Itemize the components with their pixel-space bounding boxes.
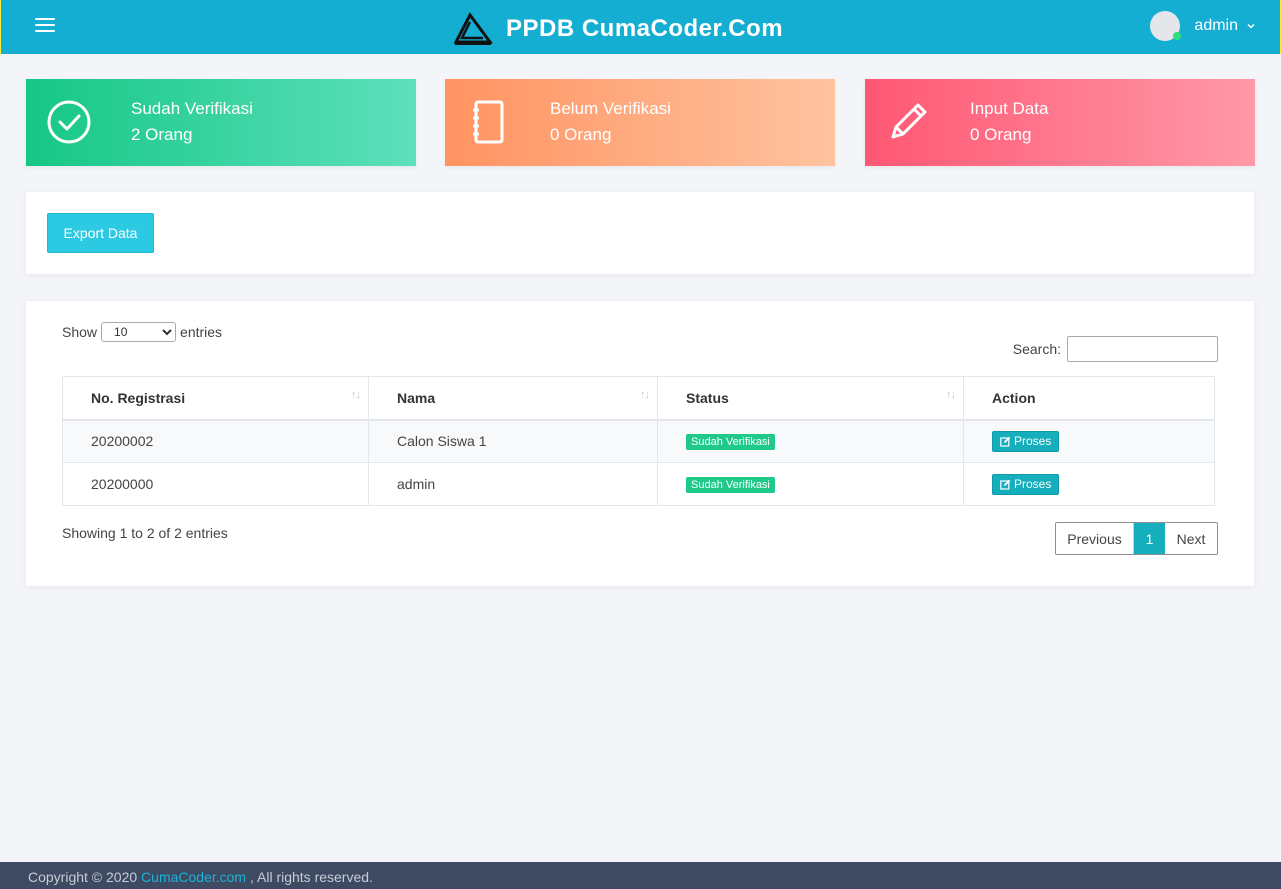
footer-rights: , All rights reserved.: [246, 869, 373, 885]
table-row: 20200000 admin Sudah Verifikasi Proses: [62, 462, 1215, 506]
cell-action: Proses: [963, 419, 1215, 463]
stat-title: Input Data: [970, 99, 1049, 118]
top-navbar: PPDB CumaCoder.Com admin: [0, 0, 1281, 54]
cell-no-registrasi: 20200002: [62, 419, 369, 463]
menu-toggle-icon[interactable]: [35, 18, 55, 34]
export-data-button[interactable]: Export Data: [47, 213, 154, 253]
sort-icon: ↑↓: [640, 389, 650, 401]
chevron-down-icon: [1247, 23, 1255, 29]
search-input[interactable]: [1067, 336, 1218, 362]
length-control: Show 10 entries: [62, 322, 222, 342]
cell-status: Sudah Verifikasi: [657, 419, 964, 463]
search-label: Search:: [1012, 341, 1061, 357]
sort-icon: ↑↓: [351, 389, 361, 401]
column-header-nama[interactable]: Nama ↑↓: [368, 376, 658, 421]
status-badge: Sudah Verifikasi: [686, 477, 775, 493]
column-header-no-registrasi[interactable]: No. Registrasi ↑↓: [62, 376, 369, 421]
cell-nama: Calon Siswa 1: [368, 419, 658, 463]
brand-logo-icon: [453, 12, 493, 45]
proses-label: Proses: [1014, 477, 1052, 491]
stat-title: Sudah Verifikasi: [131, 99, 253, 118]
notebook-icon: [473, 100, 504, 144]
entries-label: entries: [180, 324, 223, 340]
stat-card-sudah-verifikasi: Sudah Verifikasi 2 Orang: [26, 79, 416, 166]
proses-button[interactable]: Proses: [992, 430, 1060, 452]
stat-value: 2 Orang: [131, 125, 193, 144]
user-menu[interactable]: admin: [1150, 11, 1256, 41]
proses-button[interactable]: Proses: [992, 473, 1060, 495]
online-indicator: [1173, 32, 1182, 40]
edit-icon: [1000, 479, 1011, 490]
entries-select[interactable]: 10: [101, 322, 177, 342]
pagination: Previous 1 Next: [1055, 522, 1218, 555]
table-header-row: No. Registrasi ↑↓ Nama ↑↓ Status ↑↓ Action: [62, 376, 1215, 421]
pencil-icon: [891, 103, 927, 139]
table-row: 20200002 Calon Siswa 1 Sudah Verifikasi …: [62, 419, 1215, 463]
search-control: Search:: [1013, 336, 1218, 362]
table-info: Showing 1 to 2 of 2 entries: [62, 525, 228, 541]
footer: Copyright © 2020 CumaCoder.com , All rig…: [0, 862, 1281, 889]
sort-icon: ↑↓: [946, 389, 956, 401]
column-label: Nama: [397, 389, 436, 406]
show-label: Show: [62, 324, 98, 340]
user-name: admin: [1194, 17, 1238, 34]
check-circle-icon: [47, 100, 91, 144]
table-card: Show 10 entries Search: No. Registrasi ↑↓…: [26, 301, 1254, 586]
column-label: Action: [992, 389, 1036, 406]
footer-copyright: Copyright © 2020: [28, 869, 142, 885]
brand-title: PPDB CumaCoder.Com: [506, 15, 784, 42]
edit-icon: [1000, 436, 1011, 447]
stat-value: 0 Orang: [550, 125, 612, 144]
proses-label: Proses: [1014, 434, 1052, 449]
status-badge: Sudah Verifikasi: [686, 434, 775, 451]
cell-no-registrasi: 20200000: [62, 462, 369, 506]
previous-page-button[interactable]: Previous: [1056, 523, 1134, 554]
toolbar-card: Export Data: [26, 192, 1254, 274]
stat-card-belum-verifikasi: Belum Verifikasi 0 Orang: [445, 79, 835, 166]
column-label: Status: [686, 389, 729, 406]
registration-table: No. Registrasi ↑↓ Nama ↑↓ Status ↑↓ Action …: [62, 376, 1215, 506]
avatar[interactable]: [1150, 11, 1182, 41]
cell-status: Sudah Verifikasi: [657, 462, 964, 506]
cell-nama: admin: [368, 462, 658, 506]
brand[interactable]: PPDB CumaCoder.Com: [453, 12, 783, 46]
stat-card-input-data: Input Data 0 Orang: [865, 79, 1255, 166]
column-header-status[interactable]: Status ↑↓: [657, 376, 964, 421]
stat-title: Belum Verifikasi: [550, 99, 671, 118]
footer-link[interactable]: CumaCoder.com: [141, 869, 246, 885]
stat-value: 0 Orang: [970, 125, 1032, 144]
column-label: No. Registrasi: [91, 389, 186, 406]
column-header-action: Action: [963, 376, 1215, 421]
cell-action: Proses: [963, 462, 1215, 506]
next-page-button[interactable]: Next: [1165, 523, 1217, 554]
page-1-button[interactable]: 1: [1134, 523, 1165, 554]
